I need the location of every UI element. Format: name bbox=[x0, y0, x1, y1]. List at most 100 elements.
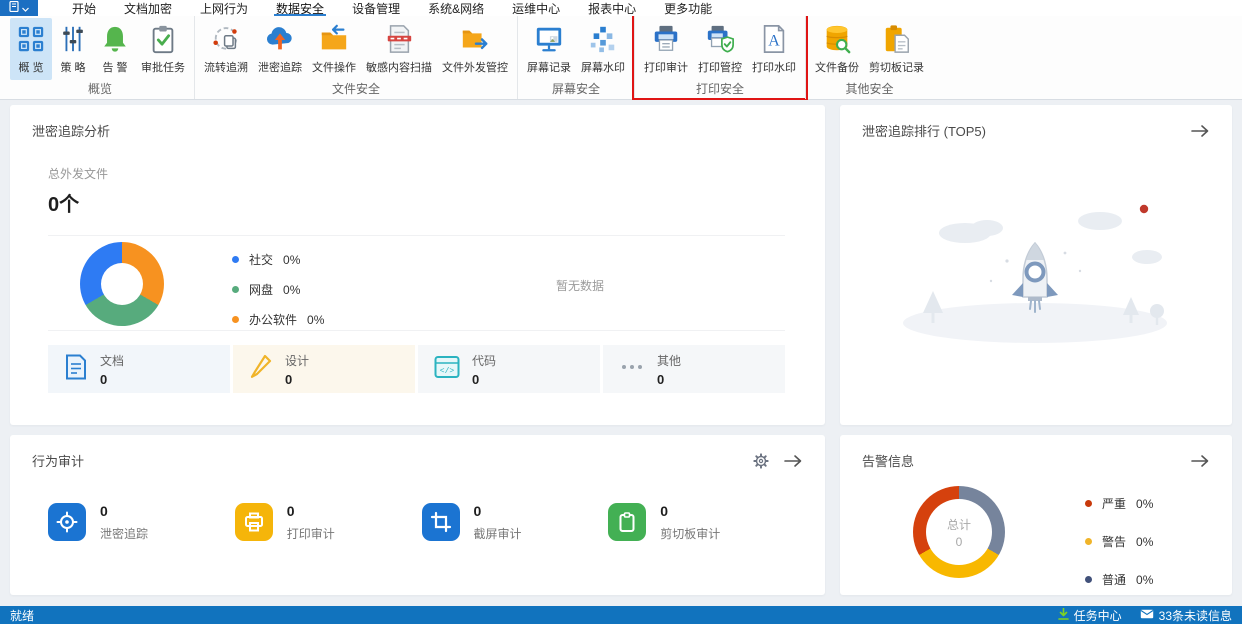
ribbon-item-file-operation[interactable]: 文件操作 bbox=[307, 18, 361, 80]
stat-screenshot-audit[interactable]: 0 截屏审计 bbox=[421, 503, 609, 542]
menu-item-report-center[interactable]: 报表中心 bbox=[574, 0, 650, 16]
stat-clipboard-audit[interactable]: 0 剪切板审计 bbox=[608, 503, 795, 542]
card-value: 0 bbox=[472, 371, 480, 387]
ribbon-item-clipboard-record[interactable]: 剪切板记录 bbox=[864, 18, 929, 80]
menu-item-device-mgmt[interactable]: 设备管理 bbox=[338, 0, 414, 16]
card-documents[interactable]: 文档 0 bbox=[48, 345, 230, 393]
sensitive-content-scan-icon bbox=[383, 23, 415, 55]
ribbon-item-print-control[interactable]: 打印管控 bbox=[693, 18, 747, 80]
stat-label: 剪切板审计 bbox=[660, 527, 721, 541]
task-center-button[interactable]: 任务中心 bbox=[1057, 607, 1122, 624]
ribbon-group-print-security: 打印审计 打印管控 A 打印水印 打印安全 bbox=[632, 9, 808, 100]
ribbon-group-caption: 文件安全 bbox=[331, 82, 380, 96]
menu-item-doc-encryption[interactable]: 文档加密 bbox=[110, 0, 186, 16]
app-menu-button[interactable] bbox=[0, 0, 38, 16]
clipboard-icon bbox=[608, 503, 647, 541]
ribbon-item-screen-record[interactable]: 屏幕记录 bbox=[522, 18, 576, 80]
legend-dot bbox=[1085, 576, 1092, 583]
arrow-right-icon[interactable] bbox=[783, 454, 803, 468]
unread-messages-button[interactable]: 33条未读信息 bbox=[1140, 607, 1232, 624]
legend-dot bbox=[232, 316, 239, 323]
leak-chart-legend: 社交 0% 网盘 0% 办公软件 0% bbox=[232, 251, 324, 328]
legend-dot bbox=[1085, 500, 1092, 507]
legend-label: 办公软件 bbox=[249, 313, 298, 327]
circulation-trace-icon bbox=[210, 23, 242, 55]
legend-item-social: 社交 0% bbox=[232, 251, 324, 268]
file-backup-icon bbox=[821, 23, 853, 55]
panel-title: 泄密追踪排行 (TOP5) bbox=[862, 124, 986, 139]
ribbon-item-leak-trace[interactable]: 泄密追踪 bbox=[253, 18, 307, 80]
crop-icon bbox=[421, 503, 460, 541]
legend-dot bbox=[1085, 538, 1092, 545]
caret-down-icon bbox=[22, 0, 29, 17]
legend-item-warning: 警告 0% bbox=[1085, 533, 1153, 550]
menu-item-system-network[interactable]: 系统&网络 bbox=[414, 0, 498, 16]
legend-item-office-software: 办公软件 0% bbox=[232, 311, 324, 328]
alert-chart-legend: 严重 0% 警告 0% 普通 0% bbox=[1085, 495, 1153, 588]
file-operation-folder-icon bbox=[318, 23, 350, 55]
ribbon-item-approval-tasks[interactable]: 审批任务 bbox=[136, 18, 190, 80]
ribbon-item-circulation-trace[interactable]: 流转追溯 bbox=[199, 18, 253, 80]
no-data-text: 暂无数据 bbox=[555, 279, 604, 293]
ribbon-item-alerts[interactable]: 告 警 bbox=[94, 18, 136, 80]
legend-item-critical: 严重 0% bbox=[1085, 495, 1153, 512]
stat-leak-trace[interactable]: 0 泄密追踪 bbox=[48, 503, 235, 542]
panel-title: 告警信息 bbox=[862, 454, 915, 469]
menu-item-more-functions[interactable]: 更多功能 bbox=[650, 0, 726, 16]
ribbon-item-label: 文件备份 bbox=[815, 61, 859, 74]
card-other[interactable]: 其他 0 bbox=[603, 345, 785, 393]
mail-icon bbox=[1140, 608, 1154, 622]
status-ready-text: 就绪 bbox=[10, 608, 35, 623]
ribbon-group-screen-security: 屏幕记录 屏幕水印 屏幕安全 bbox=[517, 16, 634, 99]
ribbon-group-overview: 概 览 策 略 告 警 审批任务 概览 bbox=[6, 16, 194, 99]
panel-leak-ranking: 泄密追踪排行 (TOP5) bbox=[840, 105, 1232, 425]
ribbon-item-label: 剪切板记录 bbox=[869, 61, 924, 74]
menu-item-web-behavior[interactable]: 上网行为 bbox=[186, 0, 262, 16]
task-center-label: 任务中心 bbox=[1073, 608, 1122, 623]
legend-label: 严重 bbox=[1102, 497, 1127, 511]
arrow-right-icon[interactable] bbox=[1190, 454, 1210, 468]
ribbon-item-label: 打印水印 bbox=[752, 61, 796, 74]
menu-bar: 开始 文档加密 上网行为 数据安全 设备管理 系统&网络 运维中心 报表中心 更… bbox=[0, 0, 1242, 16]
total-label: 总外发文件 bbox=[48, 167, 109, 181]
leak-trace-cloud-icon bbox=[264, 23, 296, 55]
menu-item-ops-center[interactable]: 运维中心 bbox=[498, 0, 574, 16]
stat-value: 0 bbox=[286, 503, 295, 519]
clipboard-record-icon bbox=[881, 23, 913, 55]
ribbon-item-file-backup[interactable]: 文件备份 bbox=[810, 18, 864, 80]
ribbon: 概 览 策 略 告 警 审批任务 概览 流转追溯 泄密追踪 文件操作 敏感内容扫… bbox=[0, 9, 1242, 100]
card-value: 0 bbox=[100, 371, 108, 387]
legend-value: 0% bbox=[1136, 496, 1154, 511]
ribbon-item-file-outgoing-control[interactable]: 文件外发管控 bbox=[437, 18, 513, 80]
gear-icon[interactable] bbox=[753, 452, 769, 469]
ribbon-item-label: 文件外发管控 bbox=[442, 61, 508, 74]
legend-value: 0% bbox=[307, 312, 325, 327]
file-outgoing-control-icon bbox=[459, 23, 491, 55]
arrow-right-icon[interactable] bbox=[1190, 124, 1210, 138]
menu-item-start[interactable]: 开始 bbox=[58, 0, 110, 16]
policy-sliders-icon bbox=[57, 23, 89, 55]
alert-bell-icon bbox=[99, 23, 131, 55]
ribbon-item-print-watermark[interactable]: A 打印水印 bbox=[747, 18, 801, 80]
card-code[interactable]: </> 代码 0 bbox=[418, 345, 600, 393]
ribbon-item-label: 策 略 bbox=[60, 61, 86, 74]
stat-label: 截屏审计 bbox=[473, 527, 522, 541]
ellipsis-icon bbox=[619, 355, 645, 384]
legend-dot bbox=[232, 256, 239, 263]
card-design[interactable]: 设计 0 bbox=[233, 345, 415, 393]
svg-text:A: A bbox=[768, 32, 780, 49]
ribbon-item-print-audit[interactable]: 打印审计 bbox=[639, 18, 693, 80]
stat-label: 泄密追踪 bbox=[100, 527, 149, 541]
ribbon-item-label: 打印审计 bbox=[644, 61, 688, 74]
ribbon-item-sensitive-content-scan[interactable]: 敏感内容扫描 bbox=[361, 18, 437, 80]
pencil-icon bbox=[249, 354, 273, 385]
menu-item-data-security[interactable]: 数据安全 bbox=[262, 0, 338, 16]
total-outgoing-files: 总外发文件 0个 bbox=[48, 165, 108, 217]
legend-value: 0% bbox=[1136, 534, 1154, 549]
ribbon-item-overview[interactable]: 概 览 bbox=[10, 17, 52, 80]
ribbon-group-caption: 概览 bbox=[87, 82, 112, 96]
ribbon-item-screen-watermark[interactable]: 屏幕水印 bbox=[576, 18, 630, 80]
ribbon-item-policy[interactable]: 策 略 bbox=[52, 18, 94, 80]
stat-print-audit[interactable]: 0 打印审计 bbox=[234, 503, 422, 542]
card-value: 0 bbox=[657, 371, 665, 387]
